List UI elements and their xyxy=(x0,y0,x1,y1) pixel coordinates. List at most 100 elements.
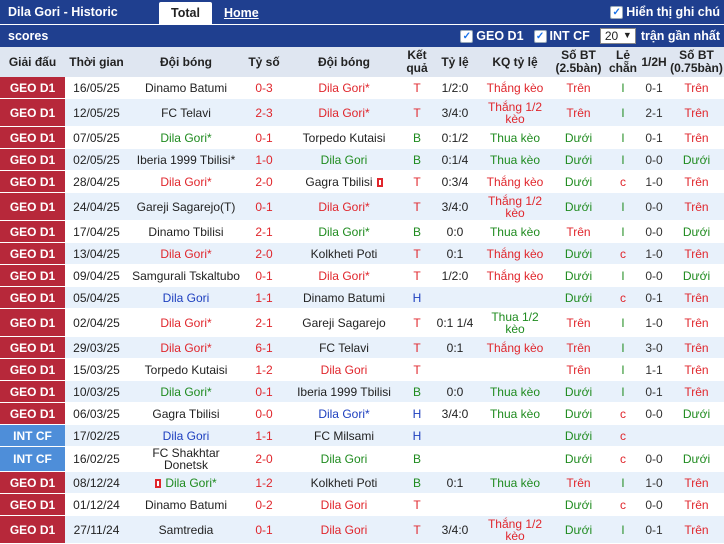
away-team[interactable]: Dila Gori xyxy=(284,515,404,544)
table-row[interactable]: GEO D1 27/11/24 Samtredia 0-1 Dila Gori T 3/4:… xyxy=(0,515,724,544)
home-team[interactable]: FC Telavi xyxy=(128,98,244,127)
league-badge[interactable]: GEO D1 xyxy=(0,242,65,265)
score[interactable]: 2-1 xyxy=(244,220,284,243)
league-badge[interactable]: GEO D1 xyxy=(0,493,65,516)
away-team[interactable]: FC Telavi xyxy=(284,336,404,359)
table-row[interactable]: GEO D1 07/05/25 Dila Gori* 0-1 Torpedo Kutai… xyxy=(0,126,724,149)
score[interactable]: 2-1 xyxy=(244,308,284,337)
league-badge[interactable]: GEO D1 xyxy=(0,220,65,243)
away-team[interactable]: Kolkheti Poti xyxy=(284,242,404,265)
away-team[interactable]: Dila Gori xyxy=(284,493,404,516)
table-row[interactable]: GEO D1 10/03/25 Dila Gori* 0-1 Iberia 1999 T… xyxy=(0,380,724,403)
league-badge[interactable]: GEO D1 xyxy=(0,380,65,403)
filter-geo-d1[interactable]: ✓ GEO D1 xyxy=(460,29,524,43)
score[interactable]: 0-0 xyxy=(244,402,284,425)
score[interactable]: 1-0 xyxy=(244,148,284,171)
score[interactable]: 0-1 xyxy=(244,192,284,221)
home-team[interactable]: Gagra Tbilisi xyxy=(128,402,244,425)
table-row[interactable]: GEO D1 16/05/25 Dinamo Batumi 0-3 Dila Gori*… xyxy=(0,77,724,99)
away-team[interactable]: Dila Gori xyxy=(284,148,404,171)
score[interactable]: 2-3 xyxy=(244,98,284,127)
league-badge[interactable]: INT CF xyxy=(0,446,65,472)
home-team[interactable]: Dila Gori* xyxy=(128,471,244,494)
away-team[interactable]: Dila Gori* xyxy=(284,192,404,221)
home-team[interactable]: Dila Gori xyxy=(128,286,244,309)
table-row[interactable]: GEO D1 12/05/25 FC Telavi 2-3 Dila Gori* T 3/4… xyxy=(0,98,724,127)
score[interactable]: 0-2 xyxy=(244,493,284,516)
score[interactable]: 6-1 xyxy=(244,336,284,359)
home-team[interactable]: Samgurali Tskaltubo xyxy=(128,264,244,287)
score[interactable]: 1-1 xyxy=(244,424,284,447)
table-row[interactable]: GEO D1 08/12/24 Dila Gori* 1-2 Kolkheti Poti… xyxy=(0,471,724,494)
league-badge[interactable]: GEO D1 xyxy=(0,358,65,381)
table-row[interactable]: GEO D1 15/03/25 Torpedo Kutaisi 1-2 Dila Gor… xyxy=(0,358,724,381)
home-team[interactable]: Dila Gori* xyxy=(128,242,244,265)
score[interactable]: 2-0 xyxy=(244,446,284,472)
league-badge[interactable]: GEO D1 xyxy=(0,336,65,359)
home-team[interactable]: Dinamo Batumi xyxy=(128,77,244,99)
checkbox-checked-icon[interactable]: ✓ xyxy=(533,29,547,43)
home-team[interactable]: Dila Gori* xyxy=(128,380,244,403)
away-team[interactable]: Dila Gori* xyxy=(284,98,404,127)
tab-total[interactable]: Total xyxy=(159,2,212,24)
away-team[interactable]: Dila Gori xyxy=(284,446,404,472)
table-row[interactable]: GEO D1 28/04/25 Dila Gori* 2-0 Gagra Tbilisi… xyxy=(0,170,724,193)
home-team[interactable]: Iberia 1999 Tbilisi* xyxy=(128,148,244,171)
table-row[interactable]: GEO D1 29/03/25 Dila Gori* 6-1 FC Telavi T 0:1… xyxy=(0,336,724,359)
table-row[interactable]: INT CF 16/02/25 FC Shakhtar Donetsk 2-0 Dila… xyxy=(0,446,724,472)
score[interactable]: 0-3 xyxy=(244,77,284,99)
home-team[interactable]: Gareji Sagarejo(T) xyxy=(128,192,244,221)
tab-home[interactable]: Home xyxy=(212,2,271,24)
show-notes-toggle[interactable]: ✓ Hiển thị ghi chú xyxy=(610,0,724,24)
score[interactable]: 2-0 xyxy=(244,242,284,265)
league-badge[interactable]: GEO D1 xyxy=(0,286,65,309)
league-badge[interactable]: GEO D1 xyxy=(0,148,65,171)
score[interactable]: 1-1 xyxy=(244,286,284,309)
home-team[interactable]: Dinamo Batumi xyxy=(128,493,244,516)
filter-int-cf[interactable]: ✓ INT CF xyxy=(533,29,590,43)
table-row[interactable]: GEO D1 24/04/25 Gareji Sagarejo(T) 0-1 Dila … xyxy=(0,192,724,221)
home-team[interactable]: Dila Gori* xyxy=(128,308,244,337)
away-team[interactable]: Torpedo Kutaisi xyxy=(284,126,404,149)
score[interactable]: 1-2 xyxy=(244,358,284,381)
away-team[interactable]: Dila Gori* xyxy=(284,402,404,425)
league-badge[interactable]: GEO D1 xyxy=(0,126,65,149)
league-badge[interactable]: GEO D1 xyxy=(0,264,65,287)
table-row[interactable]: GEO D1 02/05/25 Iberia 1999 Tbilisi* 1-0 Dil… xyxy=(0,148,724,171)
league-badge[interactable]: GEO D1 xyxy=(0,515,65,544)
table-row[interactable]: GEO D1 17/04/25 Dinamo Tbilisi 2-1 Dila Gori… xyxy=(0,220,724,243)
match-count-select[interactable]: 20 ▼ xyxy=(599,28,636,44)
score[interactable]: 0-1 xyxy=(244,515,284,544)
league-badge[interactable]: GEO D1 xyxy=(0,77,65,99)
away-team[interactable]: Iberia 1999 Tbilisi xyxy=(284,380,404,403)
score[interactable]: 0-1 xyxy=(244,126,284,149)
checkbox-checked-icon[interactable]: ✓ xyxy=(610,5,624,19)
table-row[interactable]: GEO D1 01/12/24 Dinamo Batumi 0-2 Dila Gori T… xyxy=(0,493,724,516)
away-team[interactable]: FC Milsami xyxy=(284,424,404,447)
league-badge[interactable]: GEO D1 xyxy=(0,308,65,337)
score[interactable]: 2-0 xyxy=(244,170,284,193)
away-team[interactable]: Dinamo Batumi xyxy=(284,286,404,309)
checkbox-checked-icon[interactable]: ✓ xyxy=(460,29,474,43)
away-team[interactable]: Gagra Tbilisi xyxy=(284,170,404,193)
away-team[interactable]: Dila Gori* xyxy=(284,264,404,287)
table-row[interactable]: INT CF 17/02/25 Dila Gori 1-1 FC Milsami H Dướ… xyxy=(0,424,724,447)
home-team[interactable]: Dila Gori* xyxy=(128,170,244,193)
league-badge[interactable]: GEO D1 xyxy=(0,471,65,494)
table-row[interactable]: GEO D1 09/04/25 Samgurali Tskaltubo 0-1 Dila… xyxy=(0,264,724,287)
league-badge[interactable]: INT CF xyxy=(0,424,65,447)
league-badge[interactable]: GEO D1 xyxy=(0,98,65,127)
table-row[interactable]: GEO D1 06/03/25 Gagra Tbilisi 0-0 Dila Gori*… xyxy=(0,402,724,425)
table-row[interactable]: GEO D1 02/04/25 Dila Gori* 2-1 Gareji Sagare… xyxy=(0,308,724,337)
away-team[interactable]: Kolkheti Poti xyxy=(284,471,404,494)
home-team[interactable]: Dinamo Tbilisi xyxy=(128,220,244,243)
league-badge[interactable]: GEO D1 xyxy=(0,402,65,425)
away-team[interactable]: Gareji Sagarejo xyxy=(284,308,404,337)
home-team[interactable]: FC Shakhtar Donetsk xyxy=(128,446,244,472)
score[interactable]: 0-1 xyxy=(244,264,284,287)
home-team[interactable]: Torpedo Kutaisi xyxy=(128,358,244,381)
away-team[interactable]: Dila Gori* xyxy=(284,77,404,99)
league-badge[interactable]: GEO D1 xyxy=(0,192,65,221)
away-team[interactable]: Dila Gori xyxy=(284,358,404,381)
table-row[interactable]: GEO D1 05/04/25 Dila Gori 1-1 Dinamo Batumi H… xyxy=(0,286,724,309)
